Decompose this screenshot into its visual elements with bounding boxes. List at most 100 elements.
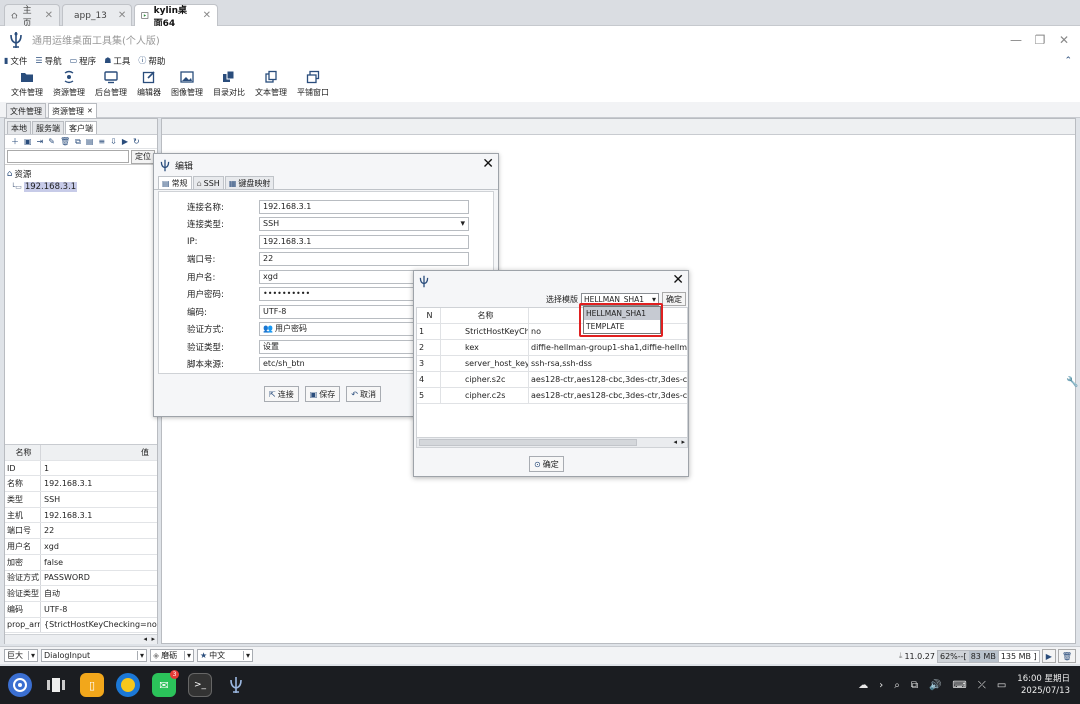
collapse-icon[interactable]: ⌃ — [1064, 56, 1072, 66]
tab-client[interactable]: 客户端 — [65, 121, 97, 134]
start-menu-icon[interactable] — [8, 673, 32, 697]
multitask-view-icon[interactable] — [44, 673, 68, 697]
scroll-right-icon[interactable]: ▸ — [681, 438, 685, 446]
chat-app-icon[interactable]: ✉ 3 — [152, 670, 179, 697]
browser-tab-app13[interactable]: app_13 ✕ — [62, 4, 132, 26]
wrench-icon[interactable]: 🔧 — [1066, 377, 1078, 388]
property-row[interactable]: 加密 false — [5, 554, 157, 571]
trash-icon[interactable]: 🗑 — [1057, 649, 1076, 663]
chevron-right-icon[interactable]: › — [879, 680, 883, 691]
close-icon[interactable]: ✕ — [87, 107, 93, 115]
message-icon[interactable]: ▭ — [997, 680, 1006, 691]
table-row[interactable]: 4 cipher.s2c aes128-ctr,aes128-cbc,3des-ct… — [417, 372, 687, 388]
refresh-icon[interactable]: ↻ — [133, 137, 140, 146]
connect-button[interactable]: ⇱ 连接 — [264, 386, 299, 402]
menu-file[interactable]: ▮ 文件 — [4, 55, 27, 67]
search-icon[interactable]: ⌕ — [894, 680, 900, 691]
edit-icon[interactable]: ✎ — [48, 137, 55, 146]
cancel-button[interactable]: ↶ 取消 — [346, 386, 381, 402]
tab-ssh[interactable]: ⌂ SSH — [192, 176, 224, 189]
browser-tab-kylin[interactable]: kylin桌面64 ✕ — [134, 4, 218, 29]
tab-local[interactable]: 本地 — [7, 121, 31, 134]
ops-tool-app-icon[interactable] — [224, 673, 248, 697]
volume-icon[interactable]: 🔊 — [929, 680, 941, 691]
property-row[interactable]: 名称 192.168.3.1 — [5, 476, 157, 493]
close-icon[interactable]: ✕ — [118, 10, 126, 21]
property-row[interactable]: 主机 192.168.3.1 — [5, 507, 157, 524]
backend-manage-button[interactable]: 后台管理 — [90, 68, 132, 102]
export-icon[interactable]: ⇩ — [110, 137, 117, 146]
property-row[interactable]: 端口号 22 — [5, 523, 157, 540]
play-icon[interactable]: ▶ — [1041, 649, 1056, 663]
editor-button[interactable]: 编辑器 — [132, 68, 166, 102]
tile-window-button[interactable]: 平铺窗口 — [292, 68, 334, 102]
save-button[interactable]: ▣ 保存 — [304, 386, 341, 402]
cloud-icon[interactable]: ☁ — [858, 680, 868, 691]
table-row[interactable]: 5 cipher.c2s aes128-ctr,aes128-cbc,3des-ct… — [417, 388, 687, 404]
table-row[interactable]: 2 kex diffie-hellman-group1-sha1,diffie-he… — [417, 340, 687, 356]
scroll-thumb[interactable] — [419, 439, 637, 446]
style-select[interactable]: ◈ 磨砺 ▾ — [150, 649, 194, 662]
close-window-icon[interactable]: ✕ — [1052, 26, 1076, 53]
property-row[interactable]: 类型 SSH — [5, 492, 157, 508]
property-row[interactable]: 编码 UTF-8 — [5, 601, 157, 618]
close-icon[interactable]: ✕ — [45, 10, 53, 21]
move-icon[interactable]: ▶ — [122, 137, 128, 146]
text-manage-button[interactable]: 文本管理 — [250, 68, 292, 102]
file-manage-button[interactable]: 文件管理 — [6, 68, 48, 102]
browser-tab-home[interactable]: 主页 ✕ — [4, 4, 60, 29]
import-icon[interactable]: ⇥ — [37, 137, 44, 146]
ip-field[interactable]: 192.168.3.1 — [259, 234, 469, 249]
scroll-left-icon[interactable]: ◂ — [143, 635, 147, 643]
template-confirm-button[interactable]: 确定 — [662, 292, 686, 306]
menu-nav[interactable]: ☰ 导航 — [35, 55, 61, 67]
tab-resource-manage[interactable]: 资源管理 ✕ — [48, 103, 97, 118]
tree-root[interactable]: ⌂ 资源 — [7, 167, 155, 180]
size-select[interactable]: 巨大 ▾ — [4, 649, 38, 662]
image-manage-button[interactable]: 图像管理 — [166, 68, 208, 102]
ok-button[interactable]: ⊙ 确定 — [529, 456, 564, 472]
tab-server[interactable]: 服务端 — [32, 121, 64, 134]
menu-program[interactable]: ▭ 程序 — [70, 55, 97, 67]
close-icon[interactable]: ✕ — [482, 156, 494, 172]
property-row[interactable]: 用户名 xgd — [5, 539, 157, 555]
connection-name-field[interactable]: 192.168.3.1 — [259, 199, 469, 214]
horizontal-scrollbar[interactable]: ◂ ▸ — [5, 634, 157, 644]
font-select[interactable]: DialogInput ▾ — [41, 649, 147, 662]
tab-general[interactable]: ▤ 常规 — [158, 176, 192, 189]
dir-compare-button[interactable]: 目录对比 — [208, 68, 250, 102]
copy-icon[interactable]: ⧉ — [75, 137, 81, 147]
search-input[interactable] — [7, 150, 129, 163]
tab-file-manage[interactable]: 文件管理 — [6, 103, 46, 118]
language-select[interactable]: ★ 中文 ▾ — [197, 649, 253, 662]
minimize-icon[interactable]: — — [1004, 26, 1028, 53]
close-icon[interactable]: ✕ — [203, 10, 211, 21]
filter-icon[interactable]: ≡ — [98, 137, 105, 146]
restore-icon[interactable]: ❐ — [1028, 26, 1052, 53]
tab-keymap[interactable]: ▦ 键盘映射 — [224, 176, 275, 189]
scroll-right-icon[interactable]: ▸ — [151, 635, 155, 643]
paste-icon[interactable]: ▤ — [86, 137, 94, 146]
scroll-left-icon[interactable]: ◂ — [673, 438, 677, 446]
property-row[interactable]: 验证类型 自动 — [5, 586, 157, 602]
table-row[interactable]: 3 server_host_key ssh-rsa,ssh-dss — [417, 356, 687, 372]
close-icon[interactable]: ✕ — [672, 272, 684, 288]
clipboard-icon[interactable]: ⧉ — [911, 680, 918, 691]
locate-button[interactable]: 定位 — [131, 149, 155, 164]
network-off-icon[interactable]: ⤫ — [978, 680, 986, 691]
resource-manage-button[interactable]: 资源管理 — [48, 68, 90, 102]
folder-add-icon[interactable]: ▣ — [24, 137, 32, 146]
keyboard-icon[interactable]: ⌨ — [952, 680, 966, 691]
browser-app-icon[interactable] — [116, 673, 140, 697]
connection-type-select[interactable]: SSH — [259, 216, 469, 231]
menu-tools[interactable]: ☗ 工具 — [104, 55, 130, 67]
horizontal-scrollbar[interactable]: ◂ ▸ — [417, 437, 687, 447]
delete-icon[interactable]: 🗑 — [60, 137, 70, 146]
tree-item[interactable]: └▭ 192.168.3.1 — [7, 180, 155, 193]
port-field[interactable]: 22 — [259, 251, 469, 266]
property-row[interactable]: ID 1 — [5, 460, 157, 477]
terminal-app-icon[interactable]: >_ — [188, 673, 212, 697]
menu-help[interactable]: ⓘ 帮助 — [138, 55, 165, 67]
property-row[interactable]: prop_arr {StrictHostKeyChecking=no, — [5, 617, 157, 634]
clock[interactable]: 16:00 星期日 2025/07/13 — [1017, 673, 1070, 697]
